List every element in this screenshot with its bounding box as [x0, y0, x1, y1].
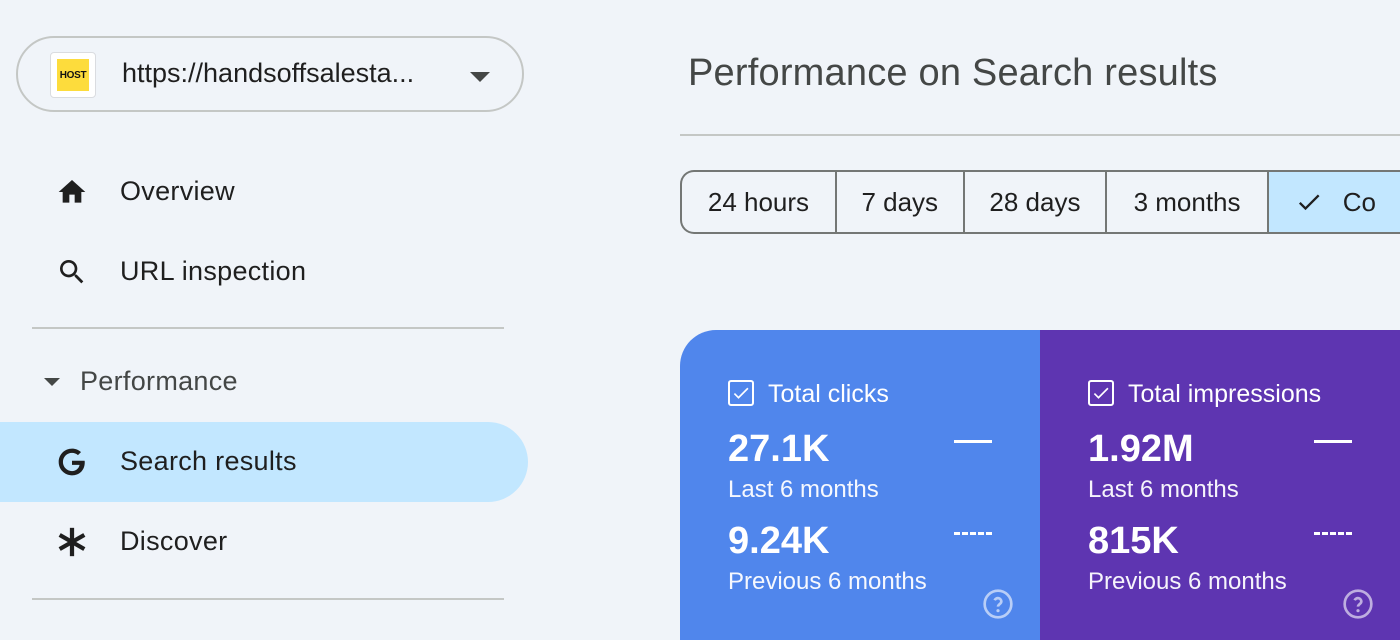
metric-previous-period: Previous 6 months — [728, 568, 927, 595]
sidebar-item-label: Overview — [120, 176, 235, 206]
home-icon — [52, 176, 92, 208]
chevron-down-icon — [470, 72, 490, 82]
checkbox-checked-icon[interactable] — [1088, 380, 1114, 406]
metric-current-value: 27.1K — [728, 428, 830, 470]
metric-label: Total impressions — [1128, 380, 1322, 408]
legend-dashed-line — [1314, 532, 1352, 535]
legend-solid-line — [954, 440, 992, 443]
property-url: https://handsoffsalesta... — [122, 58, 415, 88]
metric-card-total-clicks[interactable]: Total clicks 27.1K Last 6 months 9.24K P… — [680, 330, 1040, 640]
checkmark-icon — [1295, 188, 1323, 216]
help-icon[interactable] — [982, 588, 1014, 620]
favicon-logo: HOST — [57, 59, 89, 91]
date-range-3-months[interactable]: 3 months — [1105, 170, 1267, 234]
sidebar-item-label: URL inspection — [120, 256, 307, 286]
metric-label: Total clicks — [768, 380, 889, 408]
sidebar-item-label: Discover — [120, 526, 228, 556]
sidebar-item-overview[interactable]: Overview — [0, 152, 528, 232]
help-icon[interactable] — [1342, 588, 1374, 620]
sidebar-divider — [32, 327, 504, 329]
checkbox-checked-icon[interactable] — [728, 380, 754, 406]
property-favicon: HOST — [50, 52, 96, 98]
search-icon — [52, 256, 92, 288]
date-range-24-hours[interactable]: 24 hours — [680, 170, 835, 234]
google-g-icon — [52, 446, 92, 478]
date-range-7-days[interactable]: 7 days — [834, 170, 963, 234]
sidebar-section-performance[interactable]: Performance — [0, 350, 528, 414]
date-range-label: Co — [1342, 186, 1377, 217]
sidebar-item-url-inspection[interactable]: URL inspection — [0, 232, 528, 312]
caret-down-icon — [44, 378, 60, 386]
sidebar-divider — [32, 598, 504, 600]
metric-current-value: 1.92M — [1088, 428, 1194, 470]
date-range-28-days[interactable]: 28 days — [962, 170, 1106, 234]
page-title: Performance on Search results — [688, 52, 1218, 94]
date-range-custom[interactable]: Co — [1266, 170, 1400, 234]
metric-previous-period: Previous 6 months — [1088, 568, 1287, 595]
metric-current-period: Last 6 months — [728, 476, 879, 503]
section-label: Performance — [80, 366, 238, 396]
sidebar-item-discover[interactable]: Discover — [0, 502, 528, 582]
title-divider — [680, 134, 1400, 136]
date-range-selector: 24 hours 7 days 28 days 3 months Co — [680, 170, 1400, 234]
legend-dashed-line — [954, 532, 992, 535]
property-selector[interactable]: HOST https://handsoffsalesta... — [16, 36, 524, 112]
discover-asterisk-icon — [52, 526, 92, 558]
legend-solid-line — [1314, 440, 1352, 443]
metric-previous-value: 815K — [1088, 520, 1179, 562]
metric-previous-value: 9.24K — [728, 520, 830, 562]
metric-card-total-impressions[interactable]: Total impressions 1.92M Last 6 months 81… — [1040, 330, 1400, 640]
sidebar-item-search-results[interactable]: Search results — [0, 422, 528, 502]
metric-current-period: Last 6 months — [1088, 476, 1239, 503]
sidebar-item-label: Search results — [120, 446, 297, 476]
